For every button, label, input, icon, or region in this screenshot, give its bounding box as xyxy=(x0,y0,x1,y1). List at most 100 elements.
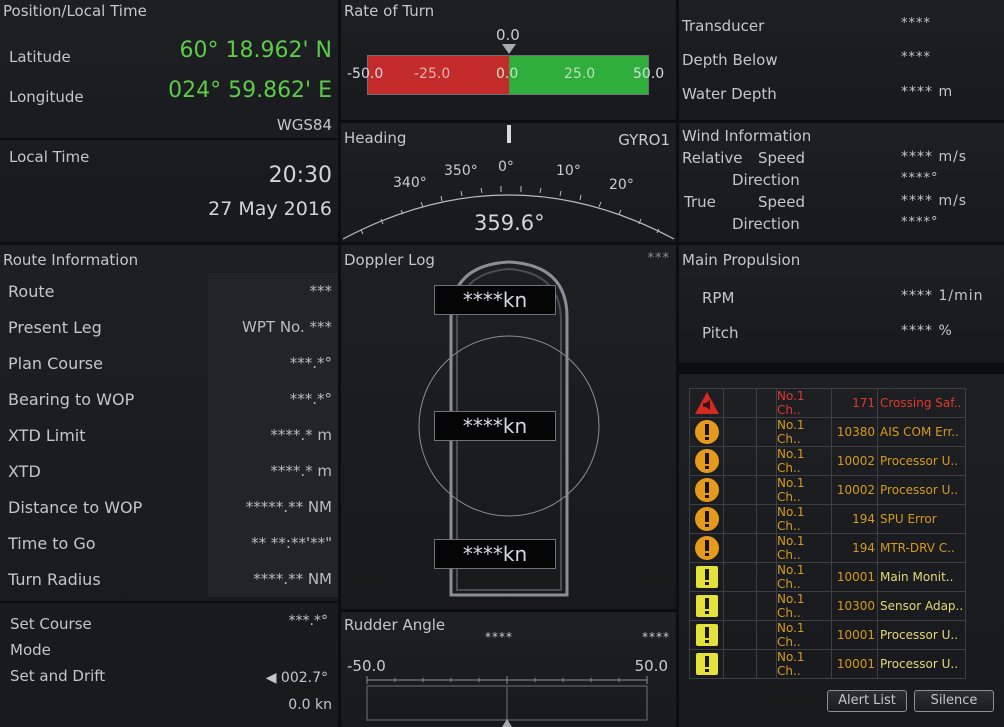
wind-rel-speed-label: Speed xyxy=(758,149,806,167)
alert-row[interactable]: No.1 Ch.. 10002 Processor U.. xyxy=(689,446,966,476)
water-depth-value: **** m xyxy=(901,84,954,100)
longitude-label: Longitude xyxy=(9,88,84,106)
pitch-value: **** % xyxy=(901,323,953,339)
wind-rel-speed-value: **** m/s xyxy=(901,149,968,165)
depth-panel: Transducer **** Depth Below **** Water D… xyxy=(679,0,1004,120)
local-time-label: Local Time xyxy=(9,148,90,166)
orange-warning-icon xyxy=(694,536,719,560)
alert-table: No.1 Ch.. 171 Crossing Saf.. No.1 Ch.. 1… xyxy=(689,388,966,679)
rudder-panel: Rudder Angle **** **** -50.0 50.0 xyxy=(341,612,676,727)
orange-warning-icon xyxy=(694,507,719,531)
alert-row[interactable]: No.1 Ch.. 10001 Processor U.. xyxy=(689,620,966,650)
set-drift-label: Set and Drift xyxy=(10,667,106,685)
heading-tick-0: 0° xyxy=(498,159,514,175)
route-row: Turn Radius ****.** NM xyxy=(0,561,338,597)
set-value: ◀ 002.7° xyxy=(265,670,328,686)
doppler-stern-speed: ****kn xyxy=(434,539,556,569)
route-row: XTD ****.* m xyxy=(0,453,338,489)
doppler-bow-speed: ****kn xyxy=(434,285,556,315)
wind-panel: Wind Information Relative Speed **** m/s… xyxy=(679,123,1004,242)
rot-value: 0.0 xyxy=(496,26,520,44)
route-row: XTD Limit ****.* m xyxy=(0,417,338,453)
alert-row[interactable]: No.1 Ch.. 10300 Sensor Adap.. xyxy=(689,591,966,621)
route-row: Route *** xyxy=(0,273,338,309)
heading-tick-20: 20° xyxy=(609,177,634,193)
yellow-caution-icon xyxy=(695,624,718,646)
transducer-value: **** xyxy=(901,16,931,31)
alert-row[interactable]: No.1 Ch.. 194 SPU Error xyxy=(689,504,966,534)
heading-tick-10: 10° xyxy=(556,163,581,179)
orange-warning-icon xyxy=(694,449,719,473)
transducer-label: Transducer xyxy=(682,17,765,35)
rate-of-turn-panel: Rate of Turn 0.0 -50.0 -25.0 0.0 25.0 50… xyxy=(341,0,676,120)
heading-value: 359.6° xyxy=(474,211,545,235)
rate-of-turn-title: Rate of Turn xyxy=(344,2,435,20)
alert-row[interactable]: No.1 Ch.. 10001 Main Monit.. xyxy=(689,562,966,592)
latitude-label: Latitude xyxy=(9,48,71,66)
alert-row[interactable]: No.1 Ch.. 171 Crossing Saf.. xyxy=(689,388,966,418)
orange-warning-icon xyxy=(694,420,719,444)
silence-button[interactable]: Silence xyxy=(914,690,994,712)
wind-true-speed-value: **** m/s xyxy=(901,193,968,209)
wind-true-label: True xyxy=(684,193,716,211)
propulsion-title: Main Propulsion xyxy=(682,251,801,269)
yellow-caution-icon xyxy=(695,653,718,675)
longitude-value: 024° 59.862' E xyxy=(168,78,332,103)
divider xyxy=(0,601,338,603)
route-row: Time to Go ** **:**'**" xyxy=(0,525,338,561)
doppler-mid-speed: ****kn xyxy=(434,411,556,441)
heading-tick-350: 350° xyxy=(444,163,478,179)
alert-row[interactable]: No.1 Ch.. 194 MTR-DRV C.. xyxy=(689,533,966,563)
depth-below-value: **** xyxy=(901,50,931,65)
route-row: Plan Course ***.*° xyxy=(0,345,338,381)
wind-true-dir-label: Direction xyxy=(732,215,800,233)
alert-row[interactable]: No.1 Ch.. 10001 Processor U.. xyxy=(689,649,966,679)
depth-below-label: Depth Below xyxy=(682,51,778,69)
route-panel: Route Information Route *** Present Leg WP… xyxy=(0,245,338,727)
set-course-value: ***.*° xyxy=(288,613,328,629)
alert-row[interactable]: No.1 Ch.. 10380 AIS COM Err.. xyxy=(689,417,966,447)
propulsion-panel: Main Propulsion RPM **** 1/min Pitch ***… xyxy=(679,245,1004,363)
route-row: Present Leg WPT No. *** xyxy=(0,309,338,345)
mode-label: Mode xyxy=(10,641,51,659)
rpm-value: **** 1/min xyxy=(901,288,984,304)
rudder-scale xyxy=(366,676,648,727)
yellow-caution-icon xyxy=(695,595,718,617)
wind-relative-label: Relative xyxy=(682,149,743,167)
divider xyxy=(679,366,1004,374)
rot-scale-5: 50.0 xyxy=(633,66,665,82)
position-title: Position/Local Time xyxy=(3,2,147,20)
route-title: Route Information xyxy=(3,251,139,269)
rot-scale-4: 25.0 xyxy=(564,66,596,82)
date-value: 27 May 2016 xyxy=(208,198,332,220)
pitch-label: Pitch xyxy=(702,324,739,342)
rpm-label: RPM xyxy=(702,289,735,307)
red-warning-icon xyxy=(694,392,719,414)
heading-panel: Heading GYRO1 340° 350° 0° 10° 20° 359.6… xyxy=(341,123,676,242)
route-row: Distance to WOP *****.** NM xyxy=(0,489,338,525)
wind-rel-dir-label: Direction xyxy=(732,171,800,189)
latitude-value: 60° 18.962' N xyxy=(179,38,332,63)
wind-rel-dir-value: ****° xyxy=(901,171,939,186)
divider xyxy=(0,138,338,140)
drift-value: 0.0 kn xyxy=(288,697,332,713)
local-time-value: 20:30 xyxy=(268,163,332,188)
set-course-label: Set Course xyxy=(10,615,92,633)
position-panel: Position/Local Time Latitude 60° 18.962'… xyxy=(0,0,338,242)
rot-scale-3: 0.0 xyxy=(496,66,519,82)
alert-row[interactable]: No.1 Ch.. 10002 Processor U.. xyxy=(689,475,966,505)
yellow-caution-icon xyxy=(695,566,718,588)
wind-title: Wind Information xyxy=(682,127,812,145)
water-depth-label: Water Depth xyxy=(682,85,777,103)
orange-warning-icon xyxy=(694,478,719,502)
wind-true-dir-value: ****° xyxy=(901,215,939,230)
rot-pointer-icon xyxy=(502,44,516,54)
rot-scale-2: -25.0 xyxy=(414,66,451,82)
alert-list-button[interactable]: Alert List xyxy=(827,690,907,712)
wind-true-speed-label: Speed xyxy=(758,193,806,211)
doppler-panel: Doppler Log *** ****kn ****kn ****kn xyxy=(341,245,676,609)
heading-tick-340: 340° xyxy=(393,175,427,191)
datum-label: WGS84 xyxy=(276,116,332,134)
route-row: Bearing to WOP ***.*° xyxy=(0,381,338,417)
rot-scale-1: -50.0 xyxy=(347,66,384,82)
